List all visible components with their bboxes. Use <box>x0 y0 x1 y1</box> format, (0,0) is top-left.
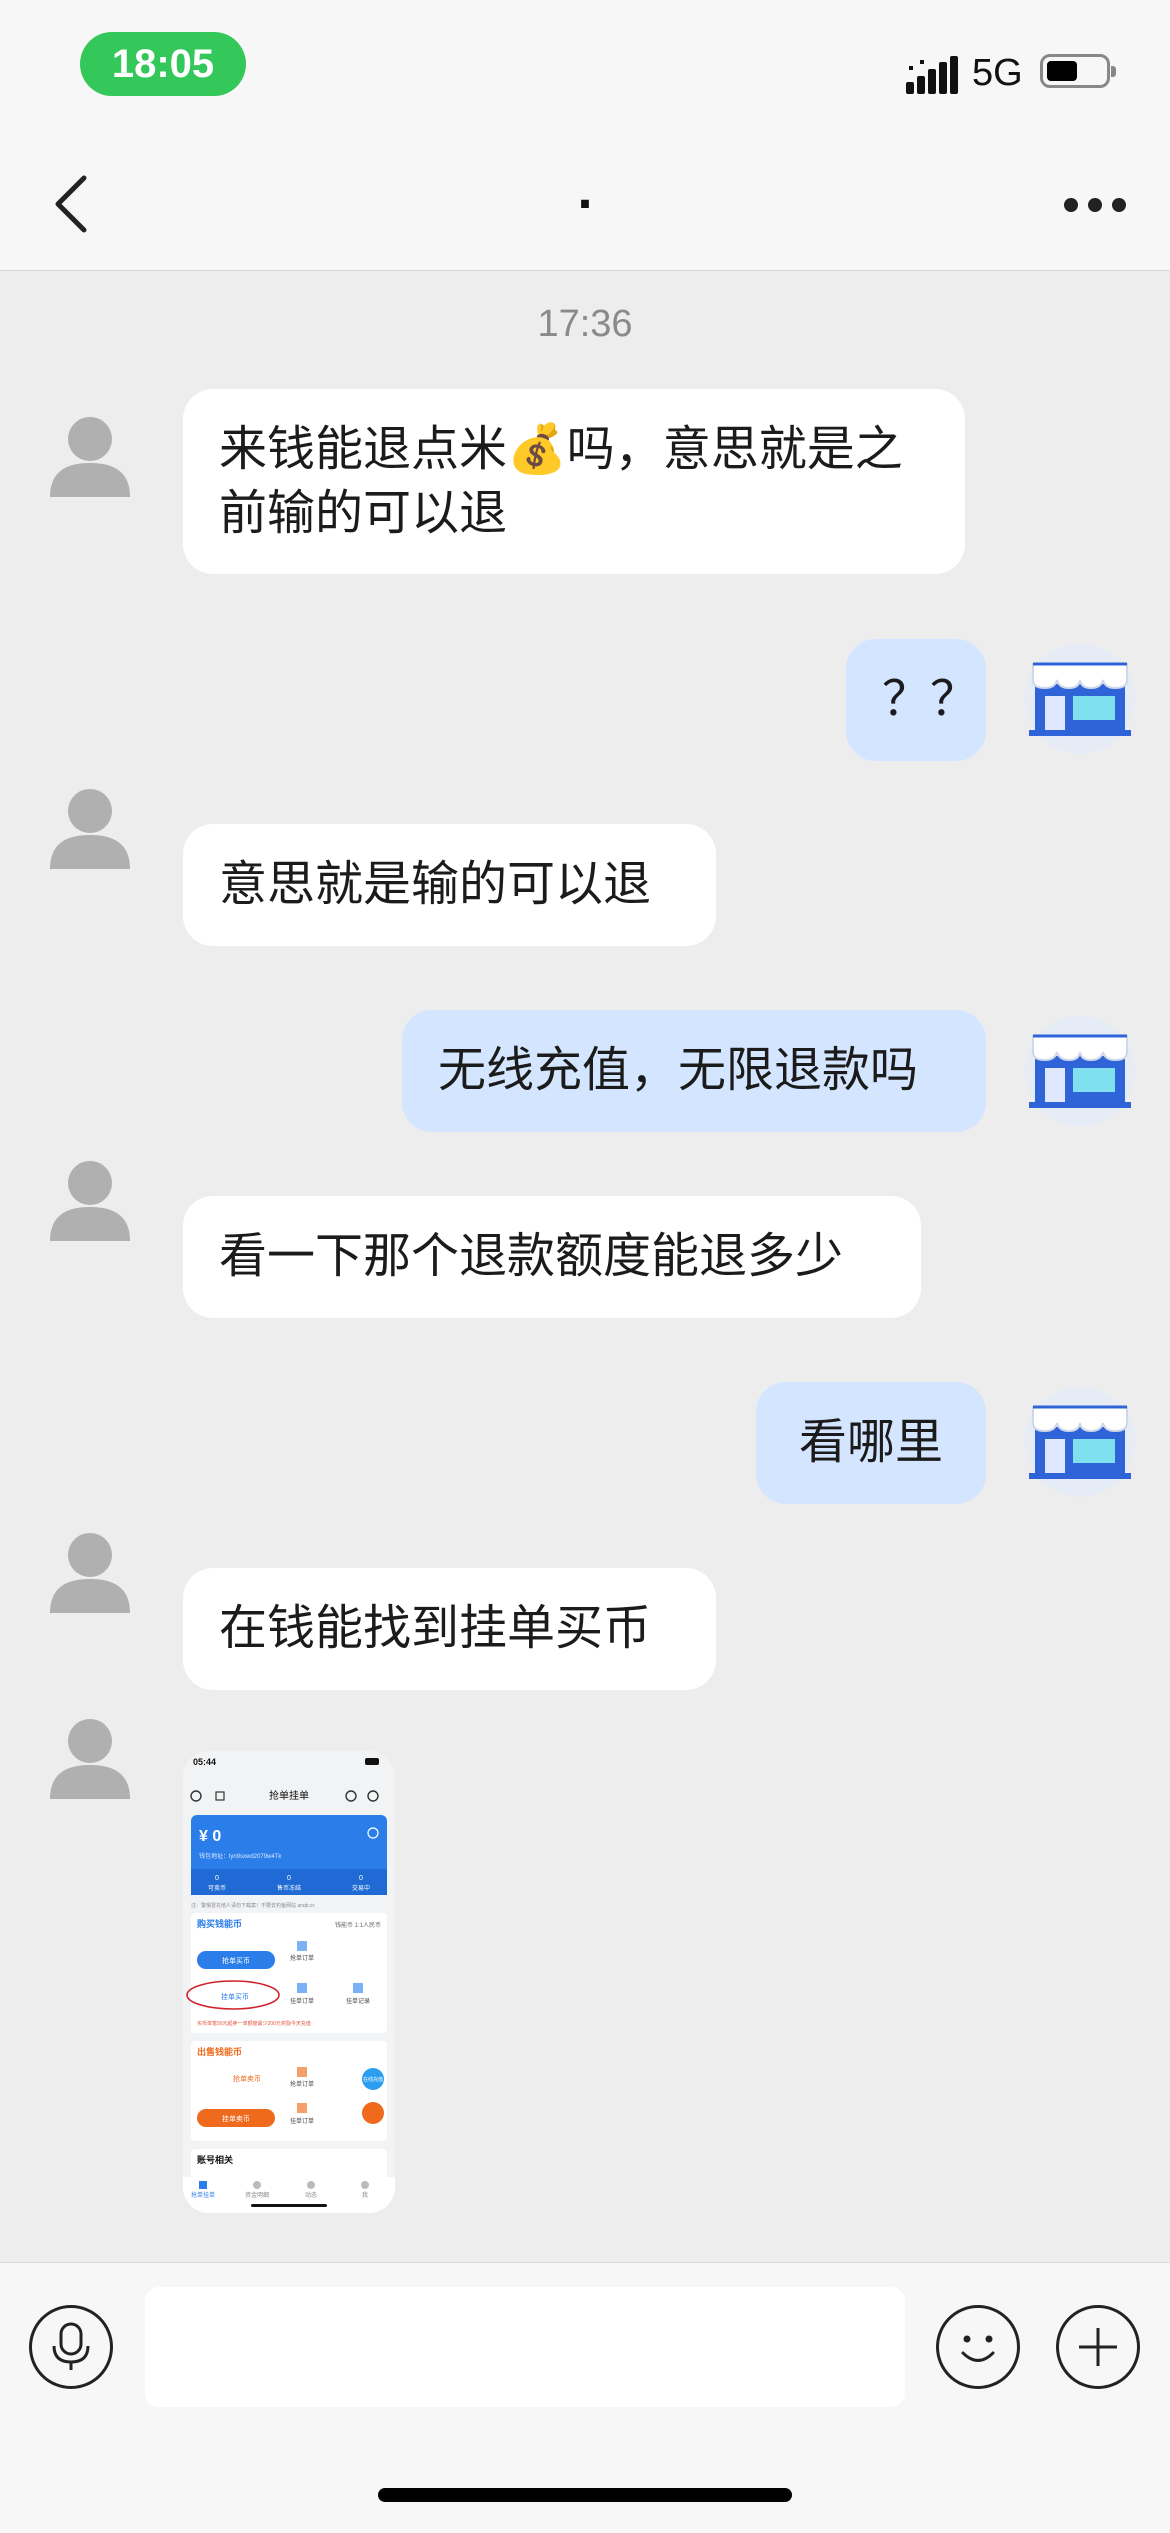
svg-text:买币单笔50元起卖一单额度最少200元奖励今天充值: 买币单笔50元起卖一单额度最少200元奖励今天充值 <box>197 2020 311 2027</box>
svg-text:购买钱能币: 购买钱能币 <box>197 1918 242 1929</box>
svg-text:账号相关: 账号相关 <box>197 2154 233 2165</box>
chat-area[interactable]: 17:36 来钱能退点米💰吗，意思就是之前输的可以退 ？？ 意思就是输的可以退 … <box>0 271 1170 2261</box>
svg-text:抢单订单: 抢单订单 <box>290 1954 314 1962</box>
shop-icon <box>1029 1034 1131 1108</box>
nav-bar: . <box>0 140 1170 271</box>
svg-text:我: 我 <box>362 2191 368 2199</box>
screenshot-preview: 05:44 抢单挂单 ¥ 0 钱包地址：lyn9sxwd2079w4Tk 0 可… <box>183 1751 395 2213</box>
contact-avatar[interactable] <box>45 1711 135 1801</box>
contact-avatar[interactable] <box>45 409 135 499</box>
svg-text:0: 0 <box>215 1875 219 1882</box>
chat-timestamp: 17:36 <box>537 303 633 345</box>
svg-text:出售钱能币: 出售钱能币 <box>197 2046 242 2057</box>
message-bubble-out[interactable]: 无线充值，无限退款吗 <box>402 1010 986 1132</box>
svg-text:抢单卖币: 抢单卖币 <box>233 2074 261 2083</box>
more-actions-button[interactable] <box>1056 2305 1140 2389</box>
image-message-thumbnail[interactable]: 05:44 抢单挂单 ¥ 0 钱包地址：lyn9sxwd2079w4Tk 0 可… <box>183 1751 395 2213</box>
message-bubble-in[interactable]: 来钱能退点米💰吗，意思就是之前输的可以退 <box>183 389 965 574</box>
thumb-time: 05:44 <box>193 1757 216 1767</box>
svg-text:动态: 动态 <box>305 2191 317 2199</box>
svg-text:售币冻结: 售币冻结 <box>277 1884 301 1892</box>
svg-text:资金明细: 资金明细 <box>245 2191 269 2199</box>
emoji-button[interactable] <box>936 2305 1020 2389</box>
signal-bars-icon <box>906 56 958 94</box>
my-avatar[interactable] <box>1025 644 1135 754</box>
microphone-icon <box>52 2322 90 2370</box>
thumb-balance: ¥ 0 <box>199 1828 221 1845</box>
shop-icon <box>1029 662 1131 736</box>
message-bubble-in[interactable]: 在钱能找到挂单买币 <box>183 1568 716 1690</box>
svg-text:挂单卖币: 挂单卖币 <box>222 2114 250 2123</box>
svg-text:交易中: 交易中 <box>352 1884 370 1892</box>
svg-text:抢单挂单: 抢单挂单 <box>191 2191 215 2199</box>
svg-text:挂单记录: 挂单记录 <box>346 1997 370 2005</box>
my-avatar[interactable] <box>1025 1387 1135 1497</box>
ellipsis-icon[interactable] <box>1060 180 1130 230</box>
svg-text:0: 0 <box>359 1875 363 1882</box>
contact-avatar[interactable] <box>45 1153 135 1243</box>
message-bubble-in[interactable]: 意思就是输的可以退 <box>183 824 716 946</box>
chat-title: . <box>576 168 594 219</box>
my-avatar[interactable] <box>1025 1016 1135 1126</box>
svg-text:注：警惕冒充他人请勿下载案！不要去钓鱼网站 anqb.cc: 注：警惕冒充他人请勿下载案！不要去钓鱼网站 anqb.cc <box>191 1902 315 1909</box>
message-bubble-in[interactable]: 看一下那个退款额度能退多少 <box>183 1196 921 1318</box>
smiley-icon <box>961 2335 995 2362</box>
voice-button[interactable] <box>29 2305 113 2389</box>
message-input[interactable] <box>145 2287 905 2407</box>
status-time[interactable]: 18:05 <box>80 32 246 96</box>
thumb-address: 钱包地址：lyn9sxwd2079w4Tk <box>199 1852 282 1860</box>
svg-text:抢单订单: 抢单订单 <box>290 2080 314 2088</box>
network-type: 5G <box>972 52 1023 94</box>
message-bubble-out[interactable]: ？？ <box>846 639 986 761</box>
contact-avatar[interactable] <box>45 1525 135 1615</box>
svg-text:挂单订单: 挂单订单 <box>290 1997 314 2005</box>
status-bar: 18:05 5G <box>0 0 1170 140</box>
message-bubble-out[interactable]: 看哪里 <box>756 1382 986 1504</box>
thumb-header-title: 抢单挂单 <box>269 1789 309 1802</box>
shop-icon <box>1029 1405 1131 1479</box>
home-indicator[interactable] <box>378 2488 792 2502</box>
svg-text:在线充值: 在线充值 <box>363 2076 383 2083</box>
svg-text:抢单买币: 抢单买币 <box>222 1956 250 1965</box>
contact-avatar[interactable] <box>45 781 135 871</box>
svg-text:钱能币 1:1人民币: 钱能币 1:1人民币 <box>335 1921 381 1929</box>
svg-text:可卖币: 可卖币 <box>208 1885 226 1892</box>
battery-icon <box>1040 54 1116 88</box>
svg-text:挂单订单: 挂单订单 <box>290 2117 314 2125</box>
svg-text:挂单买币: 挂单买币 <box>221 1992 249 2001</box>
svg-text:0: 0 <box>287 1875 291 1882</box>
plus-icon <box>1079 2328 1117 2366</box>
